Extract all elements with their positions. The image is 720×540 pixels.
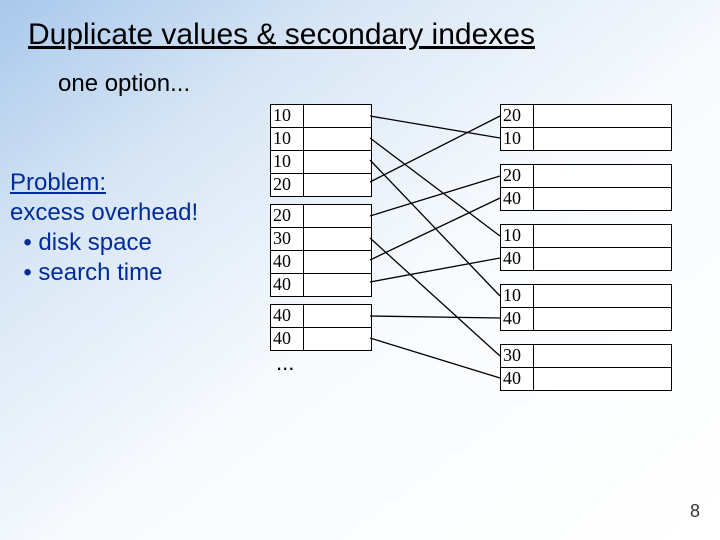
index-key: 40 — [271, 274, 304, 296]
record-block: 1040 — [500, 224, 672, 271]
problem-heading: Problem: — [10, 169, 106, 196]
index-block: 4040 — [270, 304, 372, 351]
record-row: 10 — [501, 225, 671, 248]
record-block: 2040 — [500, 164, 672, 211]
record-payload — [534, 285, 671, 307]
pointer-line — [370, 160, 500, 296]
record-row: 20 — [501, 105, 671, 128]
record-key: 30 — [501, 345, 534, 367]
index-row: 10 — [271, 151, 371, 174]
problem-bullet2: • search time — [23, 259, 162, 286]
index-pointer-cell — [304, 251, 371, 273]
record-key: 10 — [501, 128, 534, 150]
pointer-line — [370, 316, 500, 318]
record-key: 40 — [501, 368, 534, 390]
record-payload — [534, 188, 671, 210]
record-payload — [534, 225, 671, 247]
index-pointer-cell — [304, 328, 371, 350]
record-key: 20 — [501, 165, 534, 187]
record-key: 40 — [501, 308, 534, 330]
record-row: 40 — [501, 248, 671, 270]
slide-title: Duplicate values & secondary indexes — [28, 18, 535, 52]
ellipsis: ... — [276, 350, 294, 376]
record-payload — [534, 308, 671, 330]
record-key: 10 — [501, 225, 534, 247]
record-payload — [534, 128, 671, 150]
record-payload — [534, 345, 671, 367]
index-key: 10 — [271, 151, 304, 173]
index-pointer-cell — [304, 174, 371, 196]
index-key: 20 — [271, 174, 304, 196]
record-key: 40 — [501, 188, 534, 210]
index-row: 40 — [271, 251, 371, 274]
problem-line2: excess overhead! — [10, 199, 198, 226]
index-row: 40 — [271, 305, 371, 328]
pointer-line — [370, 198, 500, 260]
index-pointer-cell — [304, 274, 371, 296]
pointer-line — [370, 258, 500, 282]
slide-subtitle: one option... — [58, 70, 190, 98]
record-payload — [534, 105, 671, 127]
record-row: 40 — [501, 188, 671, 210]
record-block: 1040 — [500, 284, 672, 331]
index-key: 30 — [271, 228, 304, 250]
index-pointer-cell — [304, 228, 371, 250]
index-row: 40 — [271, 328, 371, 350]
index-key: 40 — [271, 305, 304, 327]
pointer-line — [370, 238, 500, 356]
index-key: 40 — [271, 328, 304, 350]
record-key: 20 — [501, 105, 534, 127]
problem-bullet1: • disk space — [23, 229, 151, 256]
index-row: 20 — [271, 174, 371, 196]
record-payload — [534, 248, 671, 270]
index-row: 10 — [271, 128, 371, 151]
pointer-line — [370, 176, 500, 216]
pointer-line — [370, 116, 500, 138]
pointer-line — [370, 138, 500, 236]
record-row: 20 — [501, 165, 671, 188]
index-row: 40 — [271, 274, 371, 296]
index-key: 20 — [271, 205, 304, 227]
pointer-line — [370, 116, 500, 182]
record-row: 10 — [501, 128, 671, 150]
pointer-line — [370, 338, 500, 378]
record-block: 3040 — [500, 344, 672, 391]
index-pointer-cell — [304, 128, 371, 150]
page-number: 8 — [690, 501, 700, 522]
record-row: 40 — [501, 368, 671, 390]
index-pointer-cell — [304, 151, 371, 173]
problem-text: Problem: excess overhead! • disk space •… — [10, 168, 198, 288]
index-row: 20 — [271, 205, 371, 228]
record-payload — [534, 165, 671, 187]
record-block: 2010 — [500, 104, 672, 151]
index-row: 30 — [271, 228, 371, 251]
index-pointer-cell — [304, 105, 371, 127]
record-row: 30 — [501, 345, 671, 368]
record-row: 10 — [501, 285, 671, 308]
index-block: 20304040 — [270, 204, 372, 297]
record-payload — [534, 368, 671, 390]
index-pointer-cell — [304, 205, 371, 227]
index-key: 10 — [271, 105, 304, 127]
index-pointer-cell — [304, 305, 371, 327]
record-key: 10 — [501, 285, 534, 307]
index-row: 10 — [271, 105, 371, 128]
record-key: 40 — [501, 248, 534, 270]
index-block: 10101020 — [270, 104, 372, 197]
index-key: 40 — [271, 251, 304, 273]
index-key: 10 — [271, 128, 304, 150]
record-row: 40 — [501, 308, 671, 330]
